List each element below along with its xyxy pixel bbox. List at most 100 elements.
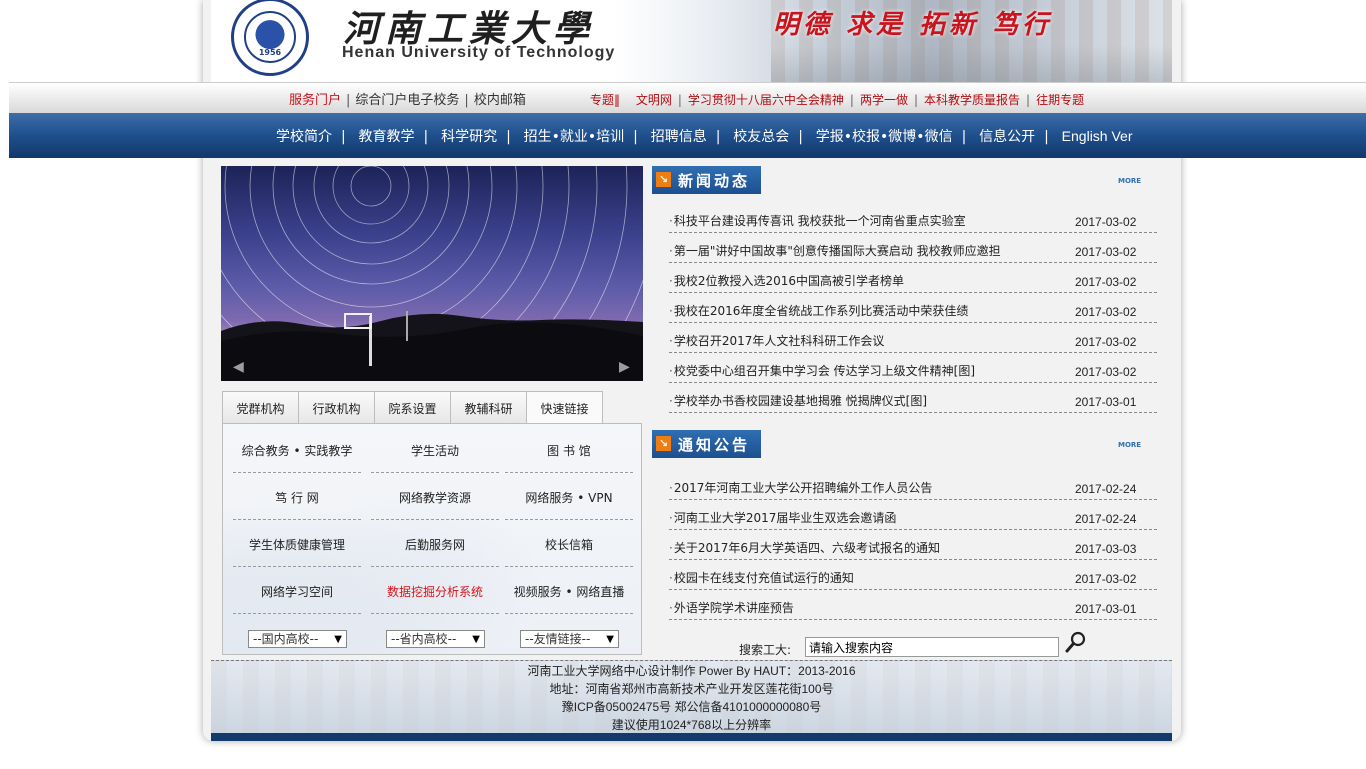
nav-label: 信息公开 bbox=[979, 129, 1036, 145]
tab-quick-links[interactable]: 快速链接 bbox=[526, 391, 603, 425]
news-item[interactable]: 我校在2016年度全省统战工作系列比赛活动中荣获佳绩 2017-03-02 bbox=[669, 293, 1157, 323]
notice-item[interactable]: 河南工业大学2017届毕业生双选会邀请函 2017-02-24 bbox=[669, 500, 1157, 530]
domestic-universities-select[interactable]: --国内高校-- ▼ bbox=[248, 630, 347, 648]
topic-link-civilization[interactable]: 文明网 bbox=[636, 93, 672, 107]
nav-label: English Ver bbox=[1061, 128, 1133, 144]
notice-title[interactable]: 校园卡在线支付充值试运行的通知 bbox=[669, 569, 854, 586]
topic-link-plenary[interactable]: 学习贯彻十八届六中全会精神 bbox=[688, 93, 844, 107]
news-section-header: ↘ 新闻动态 bbox=[652, 166, 761, 194]
news-date: 2017-03-02 bbox=[1075, 305, 1137, 319]
quick-link-president-mailbox[interactable]: 校长信箱 bbox=[505, 523, 633, 567]
nav-item-english[interactable]: English Ver bbox=[1062, 128, 1133, 144]
tab-party-org[interactable]: 党群机构 bbox=[222, 391, 299, 424]
news-title[interactable]: 第一届"讲好中国故事"创意传播国际大赛启动 我校教师应邀担 bbox=[669, 242, 1001, 259]
school-motto: 明德 求是 拓新 笃行 bbox=[773, 10, 1053, 40]
service-portal-link[interactable]: 服务门户 bbox=[289, 93, 341, 108]
nav-label: 教育教学 bbox=[358, 129, 415, 145]
notice-title[interactable]: 关于2017年6月大学英语四、六级考试报名的通知 bbox=[669, 539, 940, 556]
quick-link-vpn[interactable]: 网络服务 • VPN bbox=[505, 476, 633, 520]
notice-item[interactable]: 外语学院学术讲座预告 2017-03-01 bbox=[669, 590, 1157, 620]
news-title[interactable]: 我校2位教授入选2016中国高被引学者榜单 bbox=[669, 272, 904, 289]
topic-link-two-studies[interactable]: 两学一做 bbox=[860, 93, 908, 107]
notice-title[interactable]: 河南工业大学2017届毕业生双选会邀请函 bbox=[669, 509, 897, 526]
news-item[interactable]: 校党委中心组召开集中学习会 传达学习上级文件精神[图] 2017-03-02 bbox=[669, 353, 1157, 383]
notice-date: 2017-03-02 bbox=[1075, 572, 1137, 586]
news-date: 2017-03-02 bbox=[1075, 335, 1137, 349]
news-title[interactable]: 学校举办书香校园建设基地揭雅 悦揭牌仪式[图] bbox=[669, 392, 927, 409]
nav-item-disclosure[interactable]: 信息公开 | bbox=[979, 126, 1058, 146]
topic-link-special[interactable]: 专题‖ bbox=[590, 93, 620, 107]
notice-item[interactable]: 关于2017年6月大学英语四、六级考试报名的通知 2017-03-03 bbox=[669, 530, 1157, 560]
notice-item[interactable]: 2017年河南工业大学公开招聘编外工作人员公告 2017-02-24 bbox=[669, 470, 1157, 500]
service-bar: 服务门户 | 综合门户电子校务 | 校内邮箱 专题‖ 文明网 | 学习贯彻十八届六中全会精神… bbox=[9, 82, 1366, 113]
separator: | bbox=[913, 93, 919, 107]
slider-prev-icon[interactable]: ◀ bbox=[233, 359, 244, 375]
news-item[interactable]: 学校召开2017年人文社科科研工作会议 2017-03-02 bbox=[669, 323, 1157, 353]
tab-departments[interactable]: 院系设置 bbox=[374, 391, 451, 424]
seal-year: 1956 bbox=[258, 48, 282, 57]
provincial-universities-select[interactable]: --省内高校-- ▼ bbox=[386, 630, 485, 648]
news-item[interactable]: 科技平台建设再传喜讯 我校获批一个河南省重点实验室 2017-03-02 bbox=[669, 203, 1157, 233]
notice-date: 2017-02-24 bbox=[1075, 482, 1137, 496]
news-title[interactable]: 我校在2016年度全省统战工作系列比赛活动中荣获佳绩 bbox=[669, 302, 969, 319]
notices-more-link[interactable]: MORE bbox=[1118, 441, 1141, 449]
news-title[interactable]: 科技平台建设再传喜讯 我校获批一个河南省重点实验室 bbox=[669, 212, 966, 229]
photo-slider[interactable]: ◀ ▶ bbox=[221, 166, 643, 381]
tab-admin-org[interactable]: 行政机构 bbox=[298, 391, 375, 424]
quick-link-academic-affairs[interactable]: 综合教务 • 实践教学 bbox=[233, 429, 361, 473]
topic-link-quality-report[interactable]: 本科教学质量报告 bbox=[924, 93, 1020, 107]
quick-link-library[interactable]: 图 书 馆 bbox=[505, 429, 633, 473]
quick-link-student-activities[interactable]: 学生活动 bbox=[371, 429, 499, 473]
nav-item-about[interactable]: 学校简介 | bbox=[276, 126, 355, 146]
e-office-link[interactable]: 综合门户电子校务 bbox=[355, 93, 459, 108]
news-title[interactable]: 学校召开2017年人文社科科研工作会议 bbox=[669, 332, 885, 349]
quick-link-video-live[interactable]: 视频服务 • 网络直播 bbox=[505, 570, 633, 614]
quick-link-learning-space[interactable]: 网络学习空间 bbox=[233, 570, 361, 614]
campus-mail-link[interactable]: 校内邮箱 bbox=[474, 93, 526, 108]
tab-support-research[interactable]: 教辅科研 bbox=[450, 391, 527, 424]
nav-item-media[interactable]: 学报•校报•微博•微信 | bbox=[816, 126, 976, 146]
quick-link-logistics[interactable]: 后勤服务网 bbox=[371, 523, 499, 567]
nav-item-admission[interactable]: 招生•就业•培训 | bbox=[524, 126, 647, 146]
news-title[interactable]: 校党委中心组召开集中学习会 传达学习上级文件精神[图] bbox=[669, 362, 975, 379]
nav-item-education[interactable]: 教育教学 | bbox=[359, 126, 438, 146]
university-seal-logo[interactable]: 1956 bbox=[231, 0, 309, 76]
news-more-link[interactable]: MORE bbox=[1118, 177, 1141, 185]
notice-date: 2017-03-01 bbox=[1075, 602, 1137, 616]
news-item[interactable]: 我校2位教授入选2016中国高被引学者榜单 2017-03-02 bbox=[669, 263, 1157, 293]
separator: | bbox=[506, 129, 511, 145]
select-value: --国内高校-- bbox=[253, 632, 319, 646]
search-button[interactable] bbox=[1064, 630, 1088, 654]
separator: | bbox=[849, 93, 854, 107]
dropdown-arrow-icon: ▼ bbox=[334, 634, 342, 645]
notice-date: 2017-02-24 bbox=[1075, 512, 1137, 526]
quick-link-data-mining[interactable]: 数据挖掘分析系统 bbox=[371, 570, 499, 614]
news-item[interactable]: 学校举办书香校园建设基地揭雅 悦揭牌仪式[图] 2017-03-01 bbox=[669, 383, 1157, 413]
notice-title[interactable]: 2017年河南工业大学公开招聘编外工作人员公告 bbox=[669, 479, 933, 496]
slider-next-icon[interactable]: ▶ bbox=[619, 359, 630, 375]
star-trail-photo bbox=[221, 166, 643, 381]
search-input[interactable] bbox=[805, 637, 1059, 657]
select-value: --省内高校-- bbox=[391, 632, 457, 646]
separator: | bbox=[677, 93, 682, 107]
notice-title[interactable]: 外语学院学术讲座预告 bbox=[669, 599, 794, 616]
quick-link-duxing[interactable]: 笃 行 网 bbox=[233, 476, 361, 520]
quick-links-panel: 综合教务 • 实践教学 学生活动 图 书 馆 笃 行 网 网络教学资源 网络服务… bbox=[222, 423, 642, 655]
dropdown-arrow-icon: ▼ bbox=[472, 634, 480, 645]
friendly-links-select[interactable]: --友情链接-- ▼ bbox=[520, 630, 619, 648]
nav-item-alumni[interactable]: 校友总会 | bbox=[733, 126, 812, 146]
quick-link-online-teaching[interactable]: 网络教学资源 bbox=[371, 476, 499, 520]
nav-item-research[interactable]: 科学研究 | bbox=[441, 126, 520, 146]
nav-label: 招聘信息 bbox=[650, 129, 707, 145]
nav-label: 招生•就业•培训 bbox=[523, 129, 625, 145]
quick-link-fitness[interactable]: 学生体质健康管理 bbox=[233, 523, 361, 567]
page-footer: 河南工业大学网络中心设计制作 Power By HAUT：2013-2016 地… bbox=[211, 660, 1172, 733]
separator: | bbox=[341, 129, 346, 145]
notices-section-title: 通知公告 bbox=[678, 436, 751, 454]
topic-link-past-topics[interactable]: 往期专题 bbox=[1036, 93, 1084, 107]
news-item[interactable]: 第一届"讲好中国故事"创意传播国际大赛启动 我校教师应邀担 2017-03-02 bbox=[669, 233, 1157, 263]
footer-address: 地址：河南省郑州市高新技术产业开发区莲花街100号 bbox=[549, 682, 834, 696]
notice-item[interactable]: 校园卡在线支付充值试运行的通知 2017-03-02 bbox=[669, 560, 1157, 590]
notices-section-header: ↘ 通知公告 bbox=[652, 430, 761, 458]
nav-item-recruitment[interactable]: 招聘信息 | bbox=[651, 126, 730, 146]
